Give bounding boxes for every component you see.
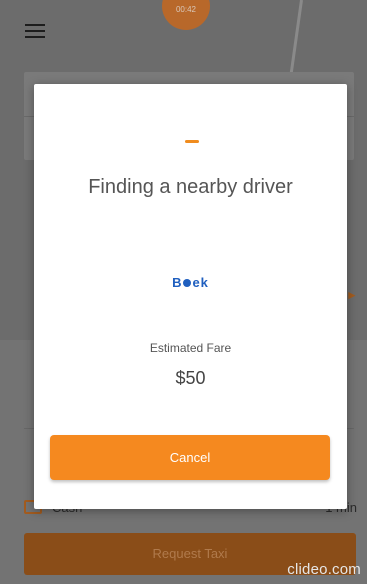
finding-driver-dialog: Finding a nearby driver Bek Estimated Fa… bbox=[34, 84, 347, 509]
watermark: clideo.com bbox=[287, 561, 361, 578]
book-logo: Bek bbox=[34, 275, 347, 290]
estimated-fare-label: Estimated Fare bbox=[149, 341, 232, 355]
dialog-title: Finding a nearby driver bbox=[88, 176, 293, 198]
logo-prefix: B bbox=[172, 275, 183, 290]
chevron-right-icon: ► bbox=[346, 288, 358, 302]
cancel-button[interactable]: Cancel bbox=[50, 435, 330, 480]
logo-dot-icon bbox=[183, 279, 192, 287]
logo-suffix: ek bbox=[192, 275, 209, 290]
estimated-fare-value: $50 bbox=[175, 368, 206, 388]
hamburger-menu-icon[interactable] bbox=[25, 24, 45, 40]
loading-indicator-icon bbox=[185, 140, 199, 143]
